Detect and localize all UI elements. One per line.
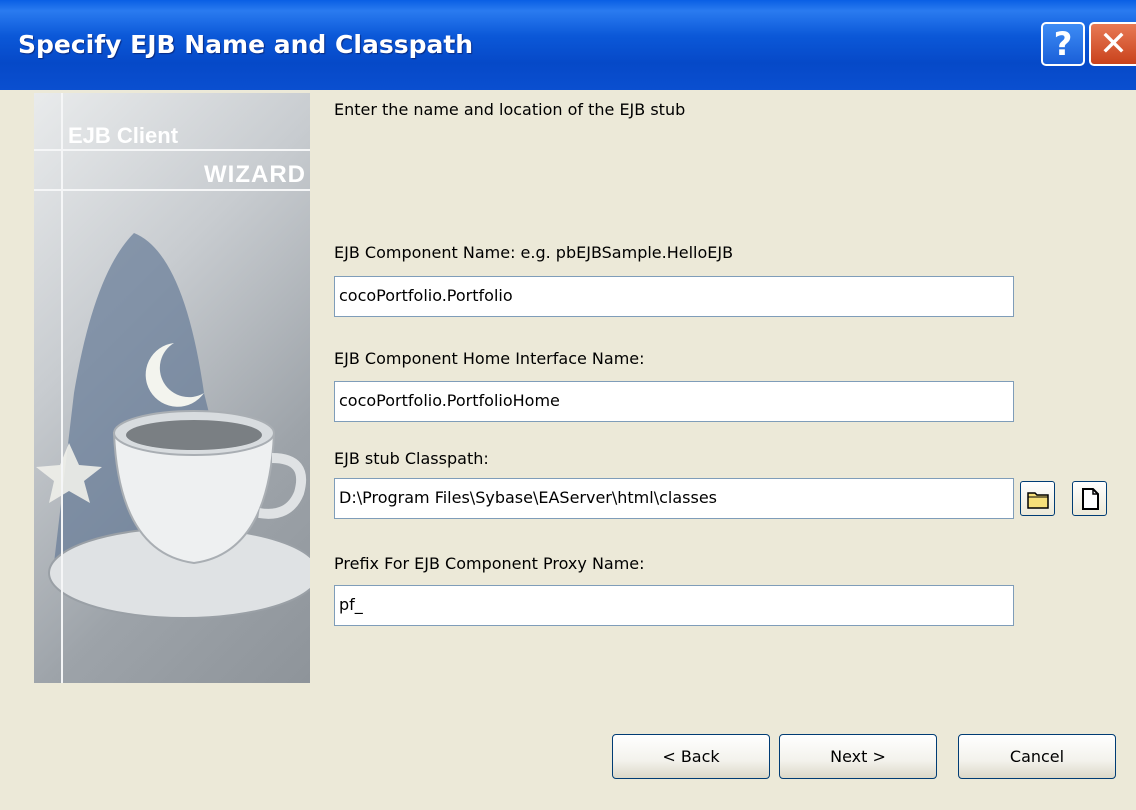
document-icon <box>1081 487 1099 510</box>
component-name-label: EJB Component Name: e.g. pbEJBSample.Hel… <box>334 243 734 262</box>
new-file-button[interactable] <box>1072 481 1107 516</box>
proxy-prefix-input[interactable]: pf_ <box>334 585 1014 626</box>
banner-title-line1: EJB Client <box>68 123 179 148</box>
back-button[interactable]: < Back <box>612 734 770 779</box>
home-interface-input[interactable]: cocoPortfolio.PortfolioHome <box>334 381 1014 422</box>
stub-classpath-label: EJB stub Classpath: <box>334 449 489 468</box>
browse-folder-button[interactable] <box>1020 481 1055 516</box>
window-title: Specify EJB Name and Classpath <box>18 30 474 59</box>
banner-title-line2: WIZARD <box>204 161 306 188</box>
close-icon: ✕ <box>1099 24 1128 64</box>
wizard-description: Enter the name and location of the EJB s… <box>334 100 686 119</box>
question-icon: ? <box>1053 25 1073 63</box>
home-interface-label: EJB Component Home Interface Name: <box>334 349 645 368</box>
wizard-window: Specify EJB Name and Classpath ? ✕ EJB C… <box>0 0 1136 810</box>
proxy-prefix-label: Prefix For EJB Component Proxy Name: <box>334 554 645 573</box>
folder-icon <box>1026 491 1049 509</box>
help-button[interactable]: ? <box>1041 22 1085 66</box>
component-name-input[interactable]: cocoPortfolio.Portfolio <box>334 276 1014 317</box>
close-button[interactable]: ✕ <box>1089 22 1136 66</box>
wizard-banner-image: EJB Client WIZARD <box>34 93 310 683</box>
title-bar[interactable]: Specify EJB Name and Classpath ? ✕ <box>0 0 1136 90</box>
stub-classpath-input[interactable]: D:\Program Files\Sybase\EAServer\html\cl… <box>334 478 1014 519</box>
cancel-button[interactable]: Cancel <box>958 734 1116 779</box>
next-button[interactable]: Next > <box>779 734 937 779</box>
